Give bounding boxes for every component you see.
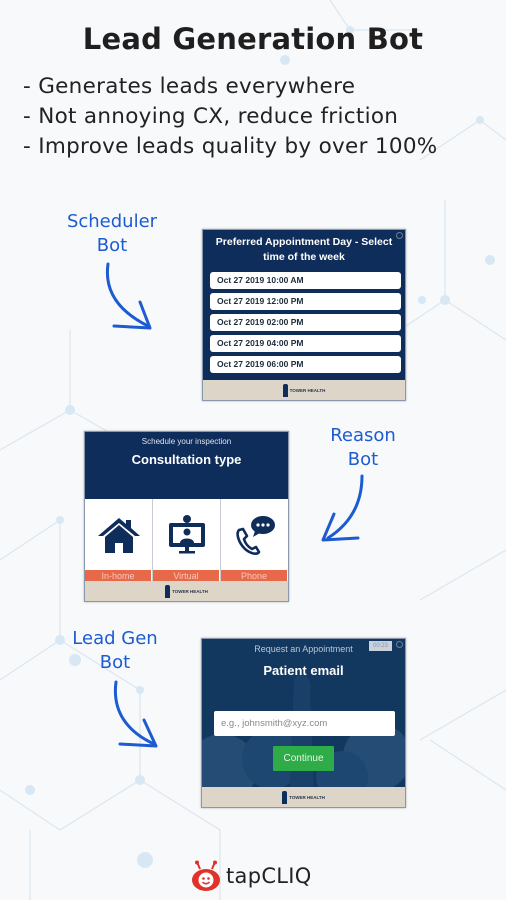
widget-footer: TOWER HEALTH — [203, 380, 405, 400]
label-line: Scheduler — [66, 211, 158, 232]
widget-footer: TOWER HEALTH — [202, 787, 405, 807]
feature-item: - Generates leads everywhere — [23, 74, 356, 99]
widget-footer: TOWER HEALTH — [85, 581, 288, 601]
video-call-icon — [168, 514, 205, 553]
tower-figure-icon — [282, 383, 288, 397]
feature-item: - Not annoying CX, reduce friction — [23, 104, 399, 129]
scheduler-title: Preferred Appointment Day - Select time … — [215, 236, 393, 263]
continue-button[interactable]: Continue — [273, 746, 334, 771]
lead-title: Patient email — [263, 663, 344, 678]
house-icon — [97, 517, 140, 553]
curved-arrow-icon — [113, 680, 158, 748]
label-line: Bot — [99, 652, 131, 673]
phone-chat-icon — [235, 515, 275, 555]
time-slot-option[interactable]: Oct 27 2019 06:00 PM — [210, 356, 401, 373]
label-line: Reason — [330, 425, 396, 446]
lead-gen-bot-widget: Request an Appointment 00:23 Patient ema… — [201, 638, 406, 808]
email-input[interactable] — [214, 711, 395, 736]
label-line: Bot — [347, 449, 379, 470]
countdown-timer: 00:23 — [369, 641, 392, 651]
reason-header: Schedule your inspection Consultation ty… — [85, 432, 288, 499]
label-line: Lead Gen — [72, 628, 158, 649]
brand-name: tapCLIQ — [226, 864, 312, 888]
label-line: Bot — [96, 235, 128, 256]
time-slot-option[interactable]: Oct 27 2019 04:00 PM — [210, 335, 401, 352]
option-in-home[interactable]: In-home — [85, 499, 153, 583]
reason-bot-widget: Schedule your inspection Consultation ty… — [84, 431, 289, 602]
tower-figure-icon — [282, 790, 288, 804]
reason-bot-label: Reason Bot — [318, 424, 408, 472]
reason-subtitle: Schedule your inspection — [141, 437, 232, 446]
time-slot-option[interactable]: Oct 27 2019 10:00 AM — [210, 272, 401, 289]
time-slot-option[interactable]: Oct 27 2019 02:00 PM — [210, 314, 401, 331]
reason-title: Consultation type — [131, 452, 242, 467]
scheduler-bot-widget: Preferred Appointment Day - Select time … — [202, 229, 406, 401]
option-virtual[interactable]: Virtual — [153, 499, 221, 583]
curved-arrow-icon — [105, 262, 152, 330]
close-icon[interactable] — [396, 641, 403, 648]
tower-health-logo: TOWER HEALTH — [282, 383, 326, 397]
robot-logo-icon — [192, 860, 220, 891]
feature-item: - Improve leads quality by over 100% — [23, 134, 438, 159]
tower-health-logo: TOWER HEALTH — [165, 584, 208, 598]
scheduler-bot-label: Scheduler Bot — [58, 210, 166, 258]
consultation-options: In-home Virtual Phone — [85, 499, 288, 583]
tapcliq-brand: tapCLIQ — [190, 860, 312, 892]
time-slot-list: Oct 27 2019 10:00 AM Oct 27 2019 12:00 P… — [210, 272, 401, 377]
close-icon[interactable] — [396, 232, 403, 239]
lead-gen-bot-label: Lead Gen Bot — [62, 627, 168, 675]
tower-figure-icon — [165, 584, 171, 598]
footer-brand-text: TOWER HEALTH — [289, 794, 325, 800]
page-title: Lead Generation Bot — [82, 22, 424, 56]
tower-health-logo: TOWER HEALTH — [282, 790, 325, 804]
curved-arrow-icon — [321, 474, 364, 542]
footer-brand-text: TOWER HEALTH — [289, 387, 326, 393]
footer-brand-text: TOWER HEALTH — [172, 588, 208, 594]
feature-list: - Generates leads everywhere - Not annoy… — [23, 72, 438, 162]
time-slot-option[interactable]: Oct 27 2019 12:00 PM — [210, 293, 401, 310]
option-phone[interactable]: Phone — [221, 499, 288, 583]
